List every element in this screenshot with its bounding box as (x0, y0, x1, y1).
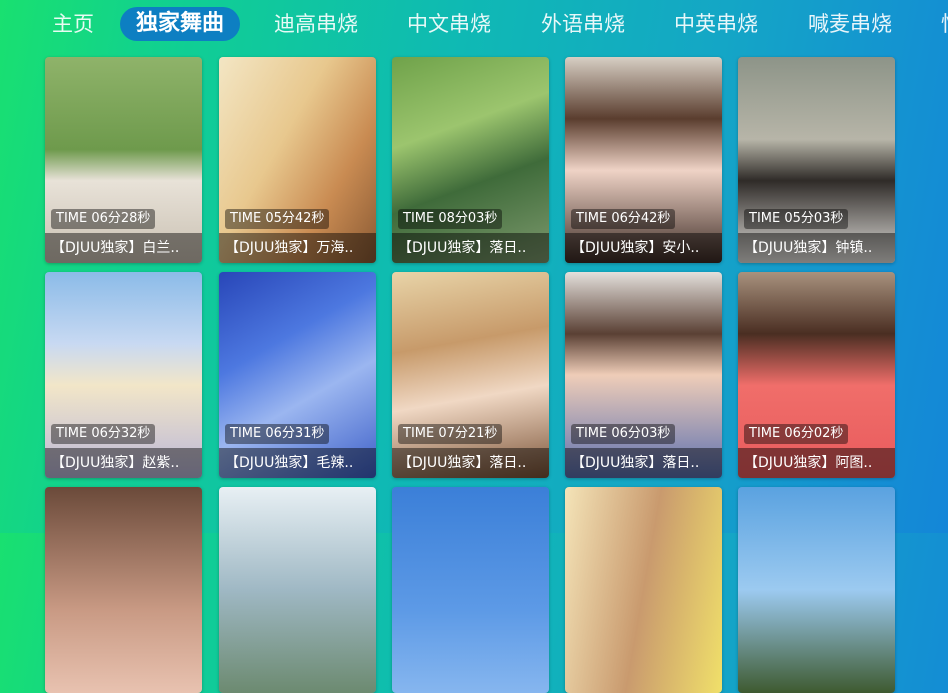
duration-badge: TIME 06分32秒 (51, 424, 156, 444)
video-card[interactable] (392, 487, 549, 693)
video-thumbnail (45, 487, 202, 693)
video-card[interactable]: TIME 06分31秒 【DJUU独家】毛辣.. (219, 272, 376, 478)
duration-badge: TIME 05分03秒 (744, 209, 849, 229)
video-card[interactable]: TIME 08分03秒 【DJUU独家】落日.. (392, 57, 549, 263)
video-card[interactable]: TIME 06分42秒 【DJUU独家】安小.. (565, 57, 722, 263)
duration-badge: TIME 05分42秒 (225, 209, 330, 229)
video-title: 【DJUU独家】赵紫.. (45, 448, 202, 478)
duration-badge: TIME 06分42秒 (571, 209, 676, 229)
video-thumbnail (738, 487, 895, 693)
video-title: 【DJUU独家】落日.. (392, 448, 549, 478)
video-title: 【DJUU独家】落日.. (565, 448, 722, 478)
duration-badge: TIME 06分31秒 (225, 424, 330, 444)
tab-exclusive-dance[interactable]: 独家舞曲 (120, 7, 241, 41)
video-card[interactable]: TIME 06分28秒 【DJUU独家】白兰.. (45, 57, 202, 263)
video-card[interactable]: TIME 06分02秒 【DJUU独家】阿图.. (738, 272, 895, 478)
video-card[interactable] (565, 487, 722, 693)
video-card[interactable] (45, 487, 202, 693)
video-card[interactable] (738, 487, 895, 693)
duration-badge: TIME 07分21秒 (398, 424, 503, 444)
video-card[interactable]: TIME 07分21秒 【DJUU独家】落日.. (392, 272, 549, 478)
video-card[interactable]: TIME 05分42秒 【DJUU独家】万海.. (219, 57, 376, 263)
video-title: 【DJUU独家】落日.. (392, 233, 549, 263)
video-title: 【DJUU独家】钟镇.. (738, 233, 895, 263)
tab-disco-medley[interactable]: 迪高串烧 (258, 7, 374, 41)
duration-badge: TIME 08分03秒 (398, 209, 503, 229)
video-thumbnail (219, 487, 376, 693)
tab-home[interactable]: 主页 (36, 7, 110, 41)
tab-foreign-medley[interactable]: 外语串烧 (525, 7, 641, 41)
tab-shout-mic-medley[interactable]: 喊麦串烧 (792, 7, 908, 41)
tab-cn-en-medley[interactable]: 中英串烧 (658, 7, 774, 41)
video-card[interactable]: TIME 06分32秒 【DJUU独家】赵紫.. (45, 272, 202, 478)
tab-partial-next[interactable]: 性 (925, 7, 948, 41)
video-title: 【DJUU独家】安小.. (565, 233, 722, 263)
video-thumbnail (392, 487, 549, 693)
video-card[interactable]: TIME 06分03秒 【DJUU独家】落日.. (565, 272, 722, 478)
video-title: 【DJUU独家】白兰.. (45, 233, 202, 263)
video-title: 【DJUU独家】万海.. (219, 233, 376, 263)
duration-badge: TIME 06分03秒 (571, 424, 676, 444)
video-title: 【DJUU独家】阿图.. (738, 448, 895, 478)
duration-badge: TIME 06分02秒 (744, 424, 849, 444)
duration-badge: TIME 06分28秒 (51, 209, 156, 229)
video-title: 【DJUU独家】毛辣.. (219, 448, 376, 478)
category-tab-bar: 主页 独家舞曲 迪高串烧 中文串烧 外语串烧 中英串烧 喊麦串烧 性 (0, 0, 948, 48)
video-card[interactable]: TIME 05分03秒 【DJUU独家】钟镇.. (738, 57, 895, 263)
video-card[interactable] (219, 487, 376, 693)
tab-chinese-medley[interactable]: 中文串烧 (391, 7, 507, 41)
video-thumbnail (565, 487, 722, 693)
